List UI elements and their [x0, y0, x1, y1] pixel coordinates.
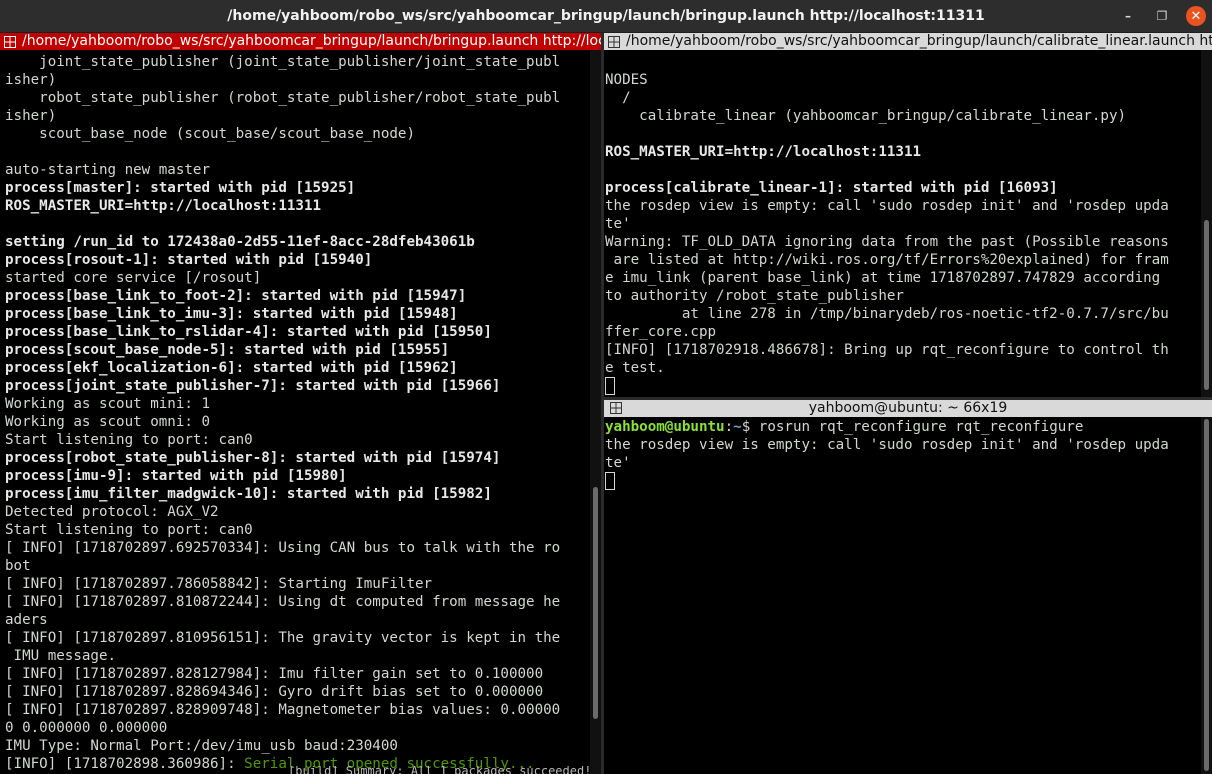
terminal-line: ffer_core.cpp — [605, 324, 717, 340]
terminal-line: te' — [605, 216, 631, 232]
terminal-line: Detected protocol: AGX_V2 — [5, 504, 219, 520]
top-right-pane-scrollbar[interactable] — [1201, 50, 1212, 397]
prompt-path: ~ — [733, 419, 742, 435]
minimize-button[interactable]: – — [1118, 6, 1138, 26]
terminal-line: 0 0.000000 0.000000 — [5, 720, 168, 736]
terminal-line: process[master]: started with pid [15925… — [5, 180, 356, 196]
build-summary-overlap: [build] Summary: All 1 packages succeede… — [288, 766, 592, 774]
terminal-line: robot_state_publisher (robot_state_publi… — [5, 90, 561, 106]
terminal-line: [INFO] [1718702918.486678]: Bring up rqt… — [605, 342, 1169, 358]
terminal-line: process[robot_state_publisher-8]: starte… — [5, 450, 501, 466]
terminal-line: process[ekf_localization-6]: started wit… — [5, 360, 458, 376]
log-prefix: [INFO] [1718702898.360986]: — [5, 756, 245, 772]
cursor-line — [605, 377, 1200, 397]
text-cursor — [605, 377, 615, 395]
left-pane-scrollbar[interactable] — [590, 50, 601, 774]
terminal-line: calibrate_linear (yahboomcar_bringup/cal… — [605, 108, 1127, 124]
terminal-line: [ INFO] [1718702897.692570334]: Using CA… — [5, 540, 561, 556]
top-right-terminal-output: NODES / calibrate_linear (yahboomcar_bri… — [605, 53, 1200, 397]
bottom-right-pane-header[interactable]: yahboom@ubuntu: ~ 66x19 — [604, 400, 1212, 417]
bottom-right-terminal-output[interactable]: yahboom@ubuntu:~$ rosrun rqt_reconfigure… — [605, 418, 1200, 774]
terminal-line: [ INFO] [1718702897.810872244]: Using dt… — [5, 594, 561, 610]
terminal-line: Start listening to port: can0 — [5, 522, 253, 538]
typed-command: rosrun rqt_reconfigure rqt_reconfigure — [758, 419, 1084, 435]
text-cursor — [605, 472, 615, 490]
bottom-right-terminal-pane[interactable]: yahboom@ubuntu: ~ 66x19 yahboom@ubuntu:~… — [604, 400, 1212, 774]
terminal-line: isher) — [5, 72, 57, 88]
left-terminal-output: joint_state_publisher (joint_state_publi… — [5, 53, 589, 774]
terminal-split-icon — [4, 35, 16, 48]
terminal-line: [ INFO] [1718702897.810956151]: The grav… — [5, 630, 561, 646]
terminal-line: bot — [5, 558, 31, 574]
top-right-pane-header[interactable]: /home/yahboom/robo_ws/src/yahboomcar_bri… — [604, 33, 1212, 50]
terminal-line: process[calibrate_linear-1]: started wit… — [605, 180, 1058, 196]
terminal-line: scout_base_node (scout_base/scout_base_n… — [5, 126, 415, 142]
terminal-split-icon — [610, 402, 622, 414]
terminal-line: process[joint_state_publisher-7]: starte… — [5, 378, 501, 394]
terminal-line: ROS_MASTER_URI=http://localhost:11311 — [605, 144, 922, 160]
window-titlebar: /home/yahboom/robo_ws/src/yahboomcar_bri… — [0, 0, 1212, 32]
terminal-line: joint_state_publisher (joint_state_publi… — [5, 54, 561, 70]
bottom-right-pane-scroll-thumb[interactable] — [1204, 419, 1209, 771]
terminal-line: IMU Type: Normal Port:/dev/imu_usb baud:… — [5, 738, 398, 754]
top-right-pane-scroll-thumb[interactable] — [1204, 220, 1209, 390]
terminal-line: Start listening to port: can0 — [5, 432, 253, 448]
terminal-line: [ INFO] [1718702897.786058842]: Starting… — [5, 576, 433, 592]
close-button[interactable]: ✕ — [1186, 6, 1206, 26]
terminal-line: started core service [/rosout] — [5, 270, 262, 286]
terminal-line: the rosdep view is empty: call 'sudo ros… — [605, 198, 1169, 214]
terminal-line: process[imu_filter_madgwick-10]: started… — [5, 486, 492, 502]
terminal-line: auto-starting new master — [5, 162, 210, 178]
terminal-line: process[scout_base_node-5]: started with… — [5, 342, 450, 358]
terminal-line: ROS_MASTER_URI=http://localhost:11311 — [5, 198, 322, 214]
terminal-line: / — [605, 90, 631, 106]
left-terminal-pane[interactable]: /home/yahboom/robo_ws/src/yahboomcar_bri… — [0, 33, 601, 774]
terminal-line: process[base_link_to_imu-3]: started wit… — [5, 306, 458, 322]
terminal-line: aders — [5, 612, 48, 628]
terminal-line: e test. — [605, 360, 665, 376]
terminal-line: at line 278 in /tmp/binarydeb/ros-noetic… — [605, 306, 1169, 322]
terminal-line: NODES — [605, 72, 648, 88]
prompt-user: yahboom@ubuntu — [605, 419, 725, 435]
bottom-right-output-lines: the rosdep view is empty: call 'sudo ros… — [605, 437, 1169, 471]
window-title: /home/yahboom/robo_ws/src/yahboomcar_bri… — [227, 8, 985, 24]
terminal-line: [ INFO] [1718702897.828694346]: Gyro dri… — [5, 684, 544, 700]
terminal-line: [ INFO] [1718702897.828127984]: Imu filt… — [5, 666, 544, 682]
left-pane-scroll-thumb[interactable] — [593, 487, 598, 719]
terminal-line: Working as scout mini: 1 — [5, 396, 210, 412]
terminal-line: IMU message. — [5, 648, 117, 664]
window-controls: – ❐ ✕ — [1118, 0, 1212, 32]
left-pane-header[interactable]: /home/yahboom/robo_ws/src/yahboomcar_bri… — [0, 33, 601, 50]
terminal-line: process[base_link_to_rslidar-4]: started… — [5, 324, 492, 340]
prompt-symbol: $ — [741, 419, 759, 435]
terminal-line: process[rosout-1]: started with pid [159… — [5, 252, 373, 268]
terminal-line: process[imu-9]: started with pid [15980] — [5, 468, 347, 484]
top-right-terminal-pane[interactable]: /home/yahboom/robo_ws/src/yahboomcar_bri… — [604, 33, 1212, 397]
terminal-line: Warning: TF_OLD_DATA ignoring data from … — [605, 234, 1169, 250]
terminal-line: e imu_link (parent base_link) at time 17… — [605, 270, 1161, 286]
bottom-right-pane-scrollbar[interactable] — [1201, 417, 1212, 774]
terminal-line: isher) — [5, 108, 57, 124]
left-pane-title: /home/yahboom/robo_ws/src/yahboomcar_bri… — [22, 33, 601, 49]
terminal-line: are listed at http://wiki.ros.org/tf/Err… — [605, 252, 1169, 268]
terminal-line: Working as scout omni: 0 — [5, 414, 210, 430]
prompt-separator: : — [724, 419, 734, 435]
terminal-line: to authority /robot_state_publisher — [605, 288, 904, 304]
top-right-pane-title: /home/yahboom/robo_ws/src/yahboomcar_bri… — [626, 33, 1212, 49]
terminal-line: [ INFO] [1718702897.828909748]: Magnetom… — [5, 702, 561, 718]
terminal-line: setting /run_id to 172438a0-2d55-11ef-8a… — [5, 234, 475, 250]
maximize-button[interactable]: ❐ — [1152, 6, 1172, 26]
terminal-split-icon — [608, 35, 620, 48]
bottom-right-pane-title: yahboom@ubuntu: ~ 66x19 — [808, 400, 1008, 416]
terminal-line: process[base_link_to_foot-2]: started wi… — [5, 288, 467, 304]
